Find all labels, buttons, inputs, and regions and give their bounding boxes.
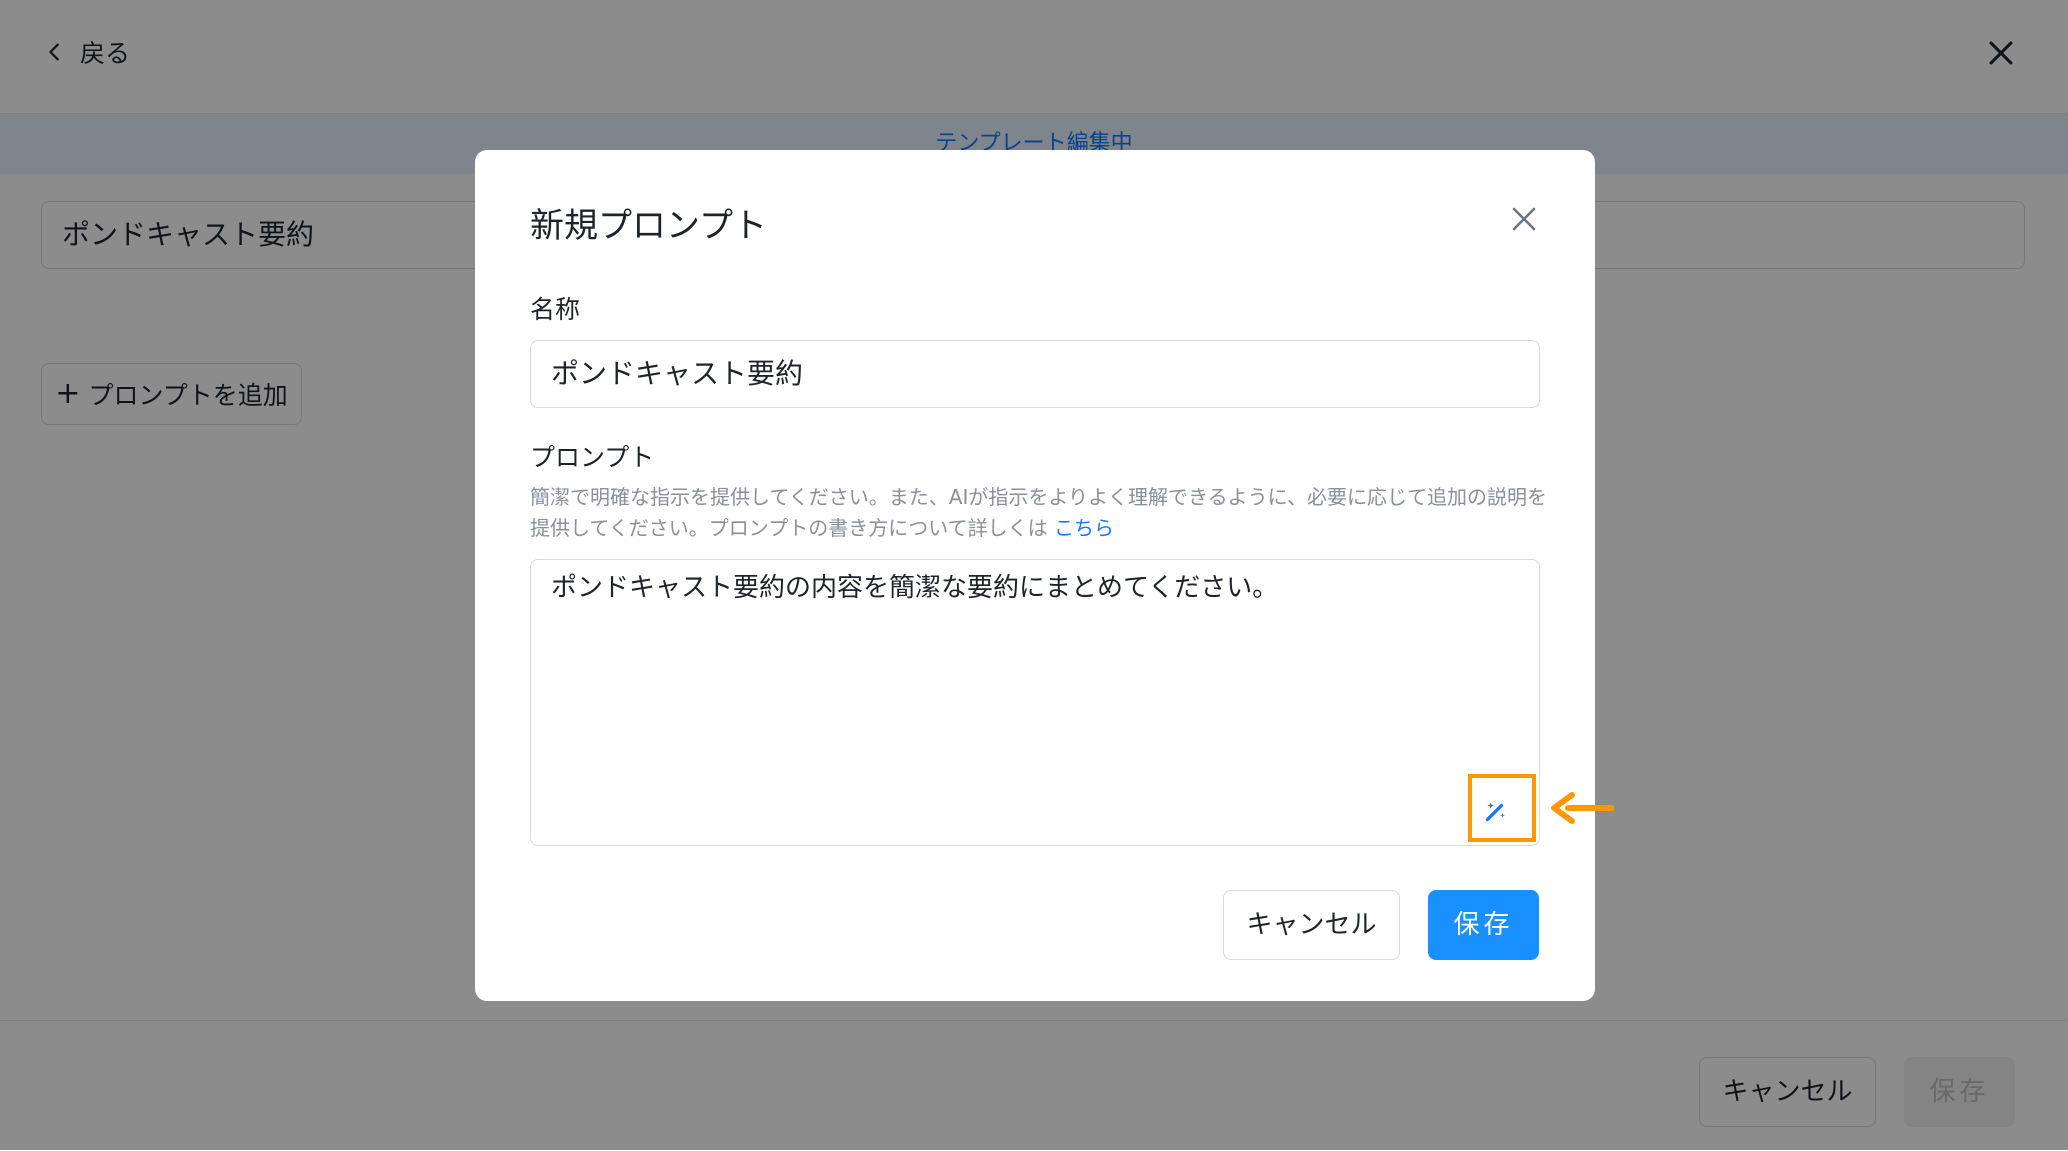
- prompt-name-input[interactable]: ポンドキャスト要約: [530, 340, 1540, 408]
- name-label: 名称: [530, 295, 581, 324]
- prompt-label: プロンプト: [530, 443, 655, 472]
- dialog-save-button[interactable]: 保存: [1428, 890, 1539, 960]
- new-prompt-dialog: 新規プロンプト 名称 ポンドキャスト要約 プロンプト 簡潔で明確な指示を提供して…: [475, 150, 1614, 1001]
- dialog-cancel-button[interactable]: キャンセル: [1223, 890, 1400, 960]
- help-text: 簡潔で明確な指示を提供してください。また、AIが指示をよりよく理解できるように、…: [530, 485, 1547, 540]
- prompt-help-text: 簡潔で明確な指示を提供してください。また、AIが指示をよりよく理解できるように、…: [530, 482, 1550, 544]
- help-link[interactable]: こちら: [1054, 516, 1114, 540]
- highlight-box: [1468, 774, 1536, 842]
- prompt-textarea[interactable]: ポンドキャスト要約の内容を簡潔な要約にまとめてください。: [530, 559, 1540, 846]
- dialog-title: 新規プロンプト: [530, 206, 767, 246]
- close-icon[interactable]: [1509, 204, 1539, 234]
- arrow-left-icon: [1551, 792, 1614, 824]
